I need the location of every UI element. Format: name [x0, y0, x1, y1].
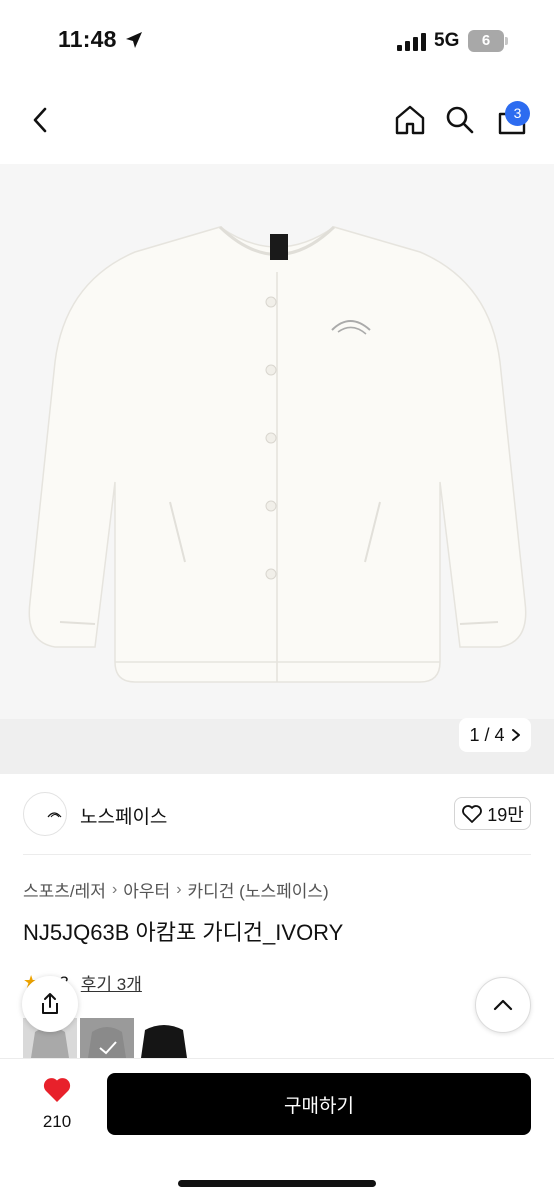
breadcrumb: 스포츠/레저 › 아우터 › 카디건 (노스페이스)	[23, 877, 329, 902]
home-button[interactable]	[390, 100, 430, 140]
share-button[interactable]	[22, 976, 78, 1032]
brand-like-button[interactable]: 19만	[454, 797, 531, 830]
search-icon	[446, 106, 474, 134]
reviews-link[interactable]: 후기 3개	[81, 970, 142, 995]
battery-level: 6	[468, 30, 504, 52]
wish-count: 210	[42, 1112, 72, 1131]
chevron-right-icon: ›	[111, 880, 118, 898]
chevron-up-icon	[493, 999, 513, 1011]
the-north-face-logo	[47, 812, 62, 818]
location-arrow-icon	[126, 32, 142, 48]
search-button[interactable]	[440, 100, 480, 140]
breadcrumb-item[interactable]: 카디건 (노스페이스)	[188, 877, 329, 902]
chevron-right-icon: ›	[176, 880, 182, 898]
divider	[23, 854, 531, 855]
wish-button[interactable]: 210	[36, 1076, 78, 1132]
chevron-right-icon	[511, 729, 520, 741]
status-time: 11:48	[58, 26, 117, 52]
pager-count: 1 / 4	[469, 724, 505, 745]
breadcrumb-item[interactable]: 스포츠/레저	[23, 877, 106, 902]
color-thumbnail-black[interactable]	[137, 1018, 191, 1058]
scroll-to-top-button[interactable]	[475, 977, 531, 1033]
product-image-cardigan	[28, 225, 527, 683]
status-bar: 11:48 5G 6	[0, 0, 554, 84]
network-type: 5G	[434, 30, 460, 51]
brand-logo[interactable]	[23, 792, 67, 836]
top-nav	[0, 84, 554, 164]
color-thumbnail-selected[interactable]	[80, 1018, 134, 1058]
buy-button[interactable]: 구매하기	[107, 1073, 531, 1135]
product-gallery[interactable]	[0, 164, 554, 774]
back-button[interactable]	[20, 100, 60, 140]
battery-icon: 6	[468, 30, 508, 52]
cart-count-badge: 3	[505, 101, 530, 126]
chevron-left-icon	[33, 107, 47, 133]
share-icon	[42, 993, 58, 1014]
heart-outline-icon	[462, 804, 483, 823]
signal-icon	[397, 33, 426, 51]
brand-row: 노스페이스 19만	[0, 786, 554, 844]
product-title: NJ5JQ63B 아캄포 가디건_IVORY	[23, 920, 344, 945]
home-icon	[395, 105, 425, 135]
brand-name[interactable]: 노스페이스	[80, 802, 167, 829]
heart-filled-icon	[43, 1078, 71, 1102]
breadcrumb-item[interactable]: 아우터	[123, 877, 170, 902]
brand-like-count: 19만	[487, 804, 524, 825]
image-pager[interactable]: 1 / 4	[459, 718, 531, 752]
home-indicator	[178, 1180, 376, 1187]
